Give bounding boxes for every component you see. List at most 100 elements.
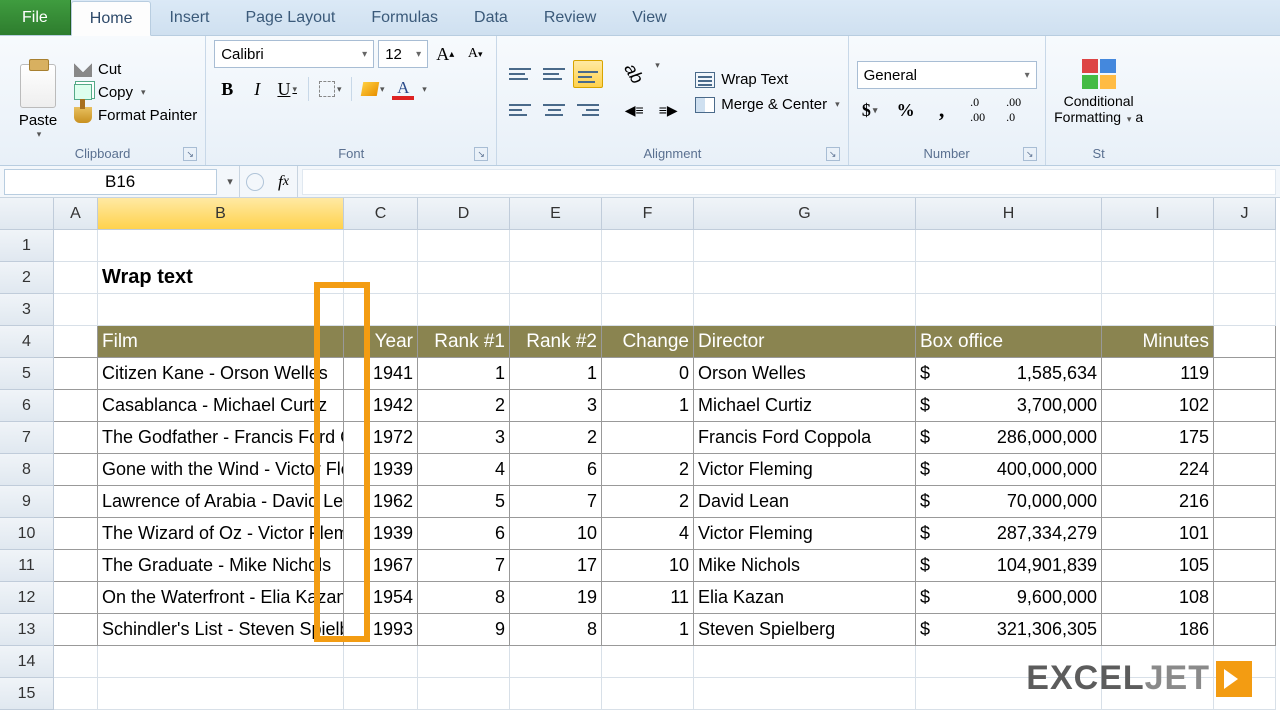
hdr-box[interactable]: Box office	[916, 326, 1102, 358]
tab-page-layout[interactable]: Page Layout	[227, 0, 353, 35]
row-header[interactable]: 5	[0, 358, 54, 390]
dialog-launcher[interactable]: ↘	[826, 147, 840, 161]
cell-director[interactable]: Michael Curtiz	[694, 390, 916, 422]
cell[interactable]	[1214, 454, 1276, 486]
cell[interactable]	[1214, 294, 1276, 326]
tab-insert[interactable]: Insert	[151, 0, 227, 35]
cell-year[interactable]: 1967	[344, 550, 418, 582]
row-header[interactable]: 10	[0, 518, 54, 550]
cell[interactable]	[344, 230, 418, 262]
cell-director[interactable]: Victor Fleming	[694, 454, 916, 486]
cancel-formula-icon[interactable]	[246, 173, 264, 191]
cell-box[interactable]: $400,000,000	[916, 454, 1102, 486]
cell[interactable]	[694, 646, 916, 678]
cell[interactable]	[54, 678, 98, 710]
cell[interactable]	[54, 358, 98, 390]
cell[interactable]	[1102, 230, 1214, 262]
row-header[interactable]: 12	[0, 582, 54, 614]
underline-button[interactable]: U▾	[274, 76, 300, 102]
row-header[interactable]: 14	[0, 646, 54, 678]
chevron-down-icon[interactable]: ▾	[221, 175, 239, 188]
row-header[interactable]: 6	[0, 390, 54, 422]
col-header-G[interactable]: G	[694, 198, 916, 230]
cell[interactable]	[602, 262, 694, 294]
cell-rank2[interactable]: 10	[510, 518, 602, 550]
dialog-launcher[interactable]: ↘	[183, 147, 197, 161]
tab-data[interactable]: Data	[456, 0, 526, 35]
cell[interactable]	[54, 614, 98, 646]
increase-indent-button[interactable]: ≡▶	[653, 96, 683, 124]
cell-rank1[interactable]: 6	[418, 518, 510, 550]
hdr-rank1[interactable]: Rank #1	[418, 326, 510, 358]
cell-min[interactable]: 105	[1102, 550, 1214, 582]
cell[interactable]	[54, 262, 98, 294]
cell-rank1[interactable]: 5	[418, 486, 510, 518]
row-header[interactable]: 1	[0, 230, 54, 262]
col-header-I[interactable]: I	[1102, 198, 1214, 230]
cell[interactable]	[602, 678, 694, 710]
cell-director[interactable]: Steven Spielberg	[694, 614, 916, 646]
cell-film[interactable]: Gone with the Wind - Victor Fleming	[98, 454, 344, 486]
align-left-button[interactable]	[505, 96, 535, 124]
cell-rank2[interactable]: 19	[510, 582, 602, 614]
col-header-F[interactable]: F	[602, 198, 694, 230]
cell[interactable]	[694, 294, 916, 326]
cell-rank1[interactable]: 4	[418, 454, 510, 486]
cell[interactable]	[418, 230, 510, 262]
col-header-B[interactable]: B	[98, 198, 344, 230]
italic-button[interactable]: I	[244, 76, 270, 102]
cell[interactable]	[54, 454, 98, 486]
decrease-indent-button[interactable]: ◀≡	[619, 96, 649, 124]
cell-box[interactable]: $3,700,000	[916, 390, 1102, 422]
cell-rank2[interactable]: 1	[510, 358, 602, 390]
increase-decimal-button[interactable]: .0.00	[965, 97, 991, 123]
cell-rank1[interactable]: 7	[418, 550, 510, 582]
cell-box[interactable]: $9,600,000	[916, 582, 1102, 614]
row-header[interactable]: 11	[0, 550, 54, 582]
cell[interactable]	[1214, 390, 1276, 422]
cell[interactable]	[694, 678, 916, 710]
cell-year[interactable]: 1939	[344, 518, 418, 550]
orientation-button[interactable]: ab	[619, 60, 649, 88]
cell[interactable]	[344, 262, 418, 294]
cell[interactable]	[916, 230, 1102, 262]
cell-director[interactable]: Victor Fleming	[694, 518, 916, 550]
cell[interactable]	[1214, 486, 1276, 518]
align-right-button[interactable]	[573, 96, 603, 124]
hdr-year[interactable]: Year	[344, 326, 418, 358]
cell[interactable]	[54, 550, 98, 582]
cell[interactable]	[1214, 422, 1276, 454]
cell-change[interactable]: 11	[602, 582, 694, 614]
cell[interactable]	[1214, 358, 1276, 390]
col-header-E[interactable]: E	[510, 198, 602, 230]
cell-director[interactable]: David Lean	[694, 486, 916, 518]
cell[interactable]	[54, 326, 98, 358]
cell[interactable]	[602, 230, 694, 262]
cell[interactable]	[1214, 614, 1276, 646]
cell[interactable]	[54, 582, 98, 614]
percent-format-button[interactable]: %	[893, 97, 919, 123]
cell-change[interactable]: 4	[602, 518, 694, 550]
cell-rank1[interactable]: 1	[418, 358, 510, 390]
cell-min[interactable]: 216	[1102, 486, 1214, 518]
font-color-button[interactable]: A	[390, 76, 416, 102]
cell-change[interactable]: 10	[602, 550, 694, 582]
name-box[interactable]: B16 ▾	[0, 166, 240, 197]
decrease-font-button[interactable]: A▾	[462, 41, 488, 67]
cell-rank2[interactable]: 7	[510, 486, 602, 518]
cell-rank1[interactable]: 9	[418, 614, 510, 646]
cell-box[interactable]: $287,334,279	[916, 518, 1102, 550]
cell[interactable]	[1214, 230, 1276, 262]
conditional-formatting-button[interactable]: Conditional Formatting ▾ a	[1054, 59, 1144, 125]
hdr-change[interactable]: Change	[602, 326, 694, 358]
increase-font-button[interactable]: A▴	[432, 41, 458, 67]
cell-year[interactable]: 1942	[344, 390, 418, 422]
cell-year[interactable]: 1939	[344, 454, 418, 486]
cell[interactable]	[1214, 326, 1276, 358]
comma-format-button[interactable]: ,	[929, 97, 955, 123]
accounting-format-button[interactable]: $▾	[857, 97, 883, 123]
font-size-combo[interactable]: 12▾	[378, 40, 428, 68]
cell-film[interactable]: The Wizard of Oz - Victor Fleming	[98, 518, 344, 550]
cell[interactable]	[54, 390, 98, 422]
cell-year[interactable]: 1972	[344, 422, 418, 454]
